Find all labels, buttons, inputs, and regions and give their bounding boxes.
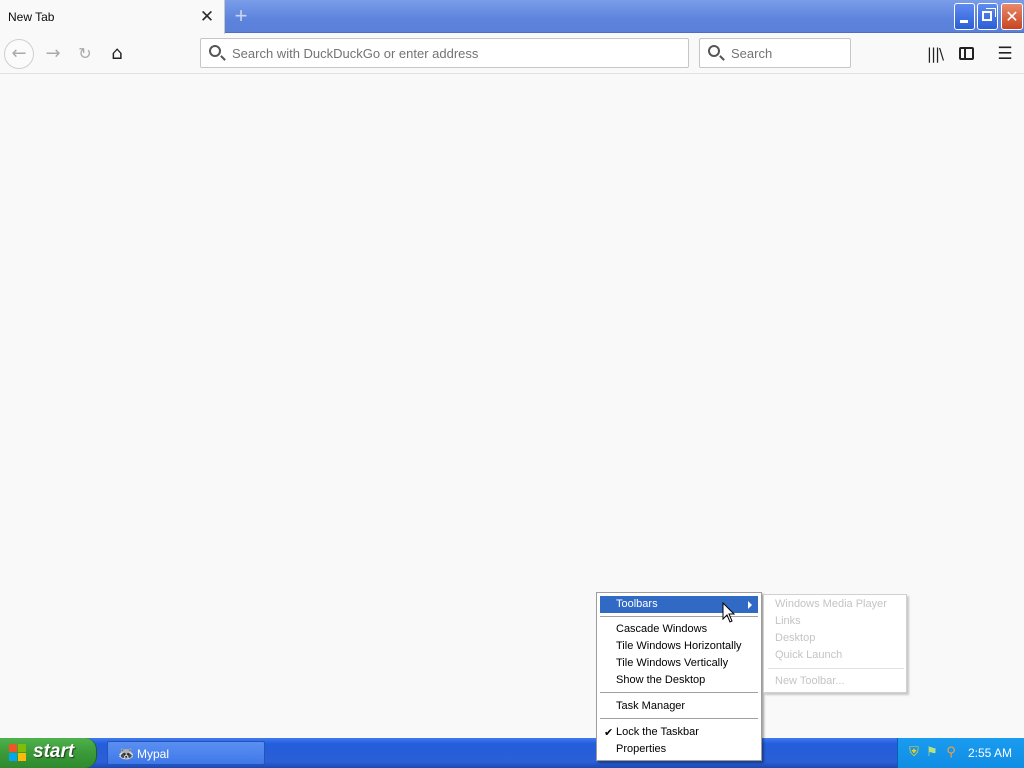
clock: 2:55 AM <box>968 746 1013 760</box>
search-input[interactable]: Search <box>699 38 851 68</box>
tab-new-tab[interactable]: New Tab ✕ <box>0 0 225 34</box>
submenu-item-links[interactable]: Links <box>775 615 801 627</box>
menu-item-task-manager[interactable]: Task Manager <box>600 698 758 715</box>
start-button[interactable]: start <box>0 738 97 768</box>
menu-item-show-desktop[interactable]: Show the Desktop <box>600 672 758 689</box>
mouse-cursor-icon <box>722 602 736 623</box>
reload-button[interactable]: ↻ <box>70 39 100 69</box>
submenu-item-quick-launch[interactable]: Quick Launch <box>775 649 842 661</box>
submenu-arrow-icon <box>748 601 752 609</box>
tab-strip: New Tab ✕ + ✕ <box>0 0 1024 34</box>
taskbar-item-mypal[interactable]: 🦝 Mypal <box>107 741 265 765</box>
menu-item-label: Toolbars <box>616 598 658 610</box>
start-label: start <box>33 741 75 762</box>
menu-separator <box>600 718 758 719</box>
url-placeholder: Search with DuckDuckGo or enter address <box>232 46 479 61</box>
menu-item-label: Task Manager <box>616 700 686 712</box>
sidebar-toggle-button[interactable] <box>951 39 981 69</box>
library-icon[interactable]: |||\ <box>920 39 950 69</box>
menu-item-label: Tile Windows Horizontally <box>616 640 742 652</box>
taskbar: start 🦝 Mypal ⛨ ⚑ ⚲ 2:55 AM <box>0 738 1024 768</box>
menu-item-label: Show the Desktop <box>616 674 706 686</box>
home-button[interactable]: ⌂ <box>102 39 132 69</box>
menu-item-label: Lock the Taskbar <box>616 726 699 738</box>
menu-item-label: Tile Windows Vertically <box>616 657 729 669</box>
menu-item-label: Cascade Windows <box>616 623 708 635</box>
network-icon[interactable]: ⚑ <box>924 745 940 761</box>
menu-item-tile-vertically[interactable]: Tile Windows Vertically <box>600 655 758 672</box>
url-bar[interactable]: Search with DuckDuckGo or enter address <box>200 38 689 68</box>
minimize-button[interactable] <box>954 3 975 30</box>
search-icon <box>708 45 720 57</box>
restore-button[interactable] <box>977 3 998 30</box>
taskbar-item-label: Mypal <box>137 747 170 761</box>
menu-item-tile-horizontally[interactable]: Tile Windows Horizontally <box>600 638 758 655</box>
security-shield-icon[interactable]: ⛨ <box>906 745 922 761</box>
submenu-item-new-toolbar[interactable]: New Toolbar... <box>775 675 845 687</box>
restore-icon <box>982 8 996 21</box>
checkmark-icon: ✔ <box>604 726 614 739</box>
menu-item-lock-taskbar[interactable]: ✔ Lock the Taskbar <box>600 724 758 741</box>
window-close-button[interactable]: ✕ <box>1001 3 1023 30</box>
menu-separator <box>768 668 904 669</box>
menu-separator <box>600 692 758 693</box>
navigation-toolbar: ← → ↻ ⌂ Search with DuckDuckGo or enter … <box>0 34 1024 74</box>
toolbars-submenu: Windows Media Player Links Desktop Quick… <box>763 594 907 693</box>
tab-title: New Tab <box>8 10 55 24</box>
menu-item-label: Properties <box>616 743 667 755</box>
system-tray: ⛨ ⚑ ⚲ 2:55 AM <box>897 738 1024 768</box>
windows-logo-icon <box>9 744 26 761</box>
search-placeholder: Search <box>731 46 773 61</box>
close-tab-icon[interactable]: ✕ <box>198 8 216 26</box>
sidebar-icon <box>959 47 974 60</box>
submenu-item-windows-media-player[interactable]: Windows Media Player <box>775 598 887 610</box>
taskbar-context-menu: Toolbars Cascade Windows Tile Windows Ho… <box>596 592 762 761</box>
menu-item-properties[interactable]: Properties <box>600 741 758 758</box>
mypal-app-icon: 🦝 <box>118 746 135 761</box>
search-tray-icon[interactable]: ⚲ <box>943 745 959 761</box>
minimize-icon <box>960 20 968 23</box>
submenu-item-desktop[interactable]: Desktop <box>775 632 815 644</box>
forward-button[interactable]: → <box>38 39 68 69</box>
back-button[interactable]: ← <box>4 39 34 69</box>
new-tab-button[interactable]: + <box>229 4 253 28</box>
hamburger-menu-icon[interactable]: ☰ <box>990 39 1020 69</box>
search-icon <box>209 45 221 57</box>
